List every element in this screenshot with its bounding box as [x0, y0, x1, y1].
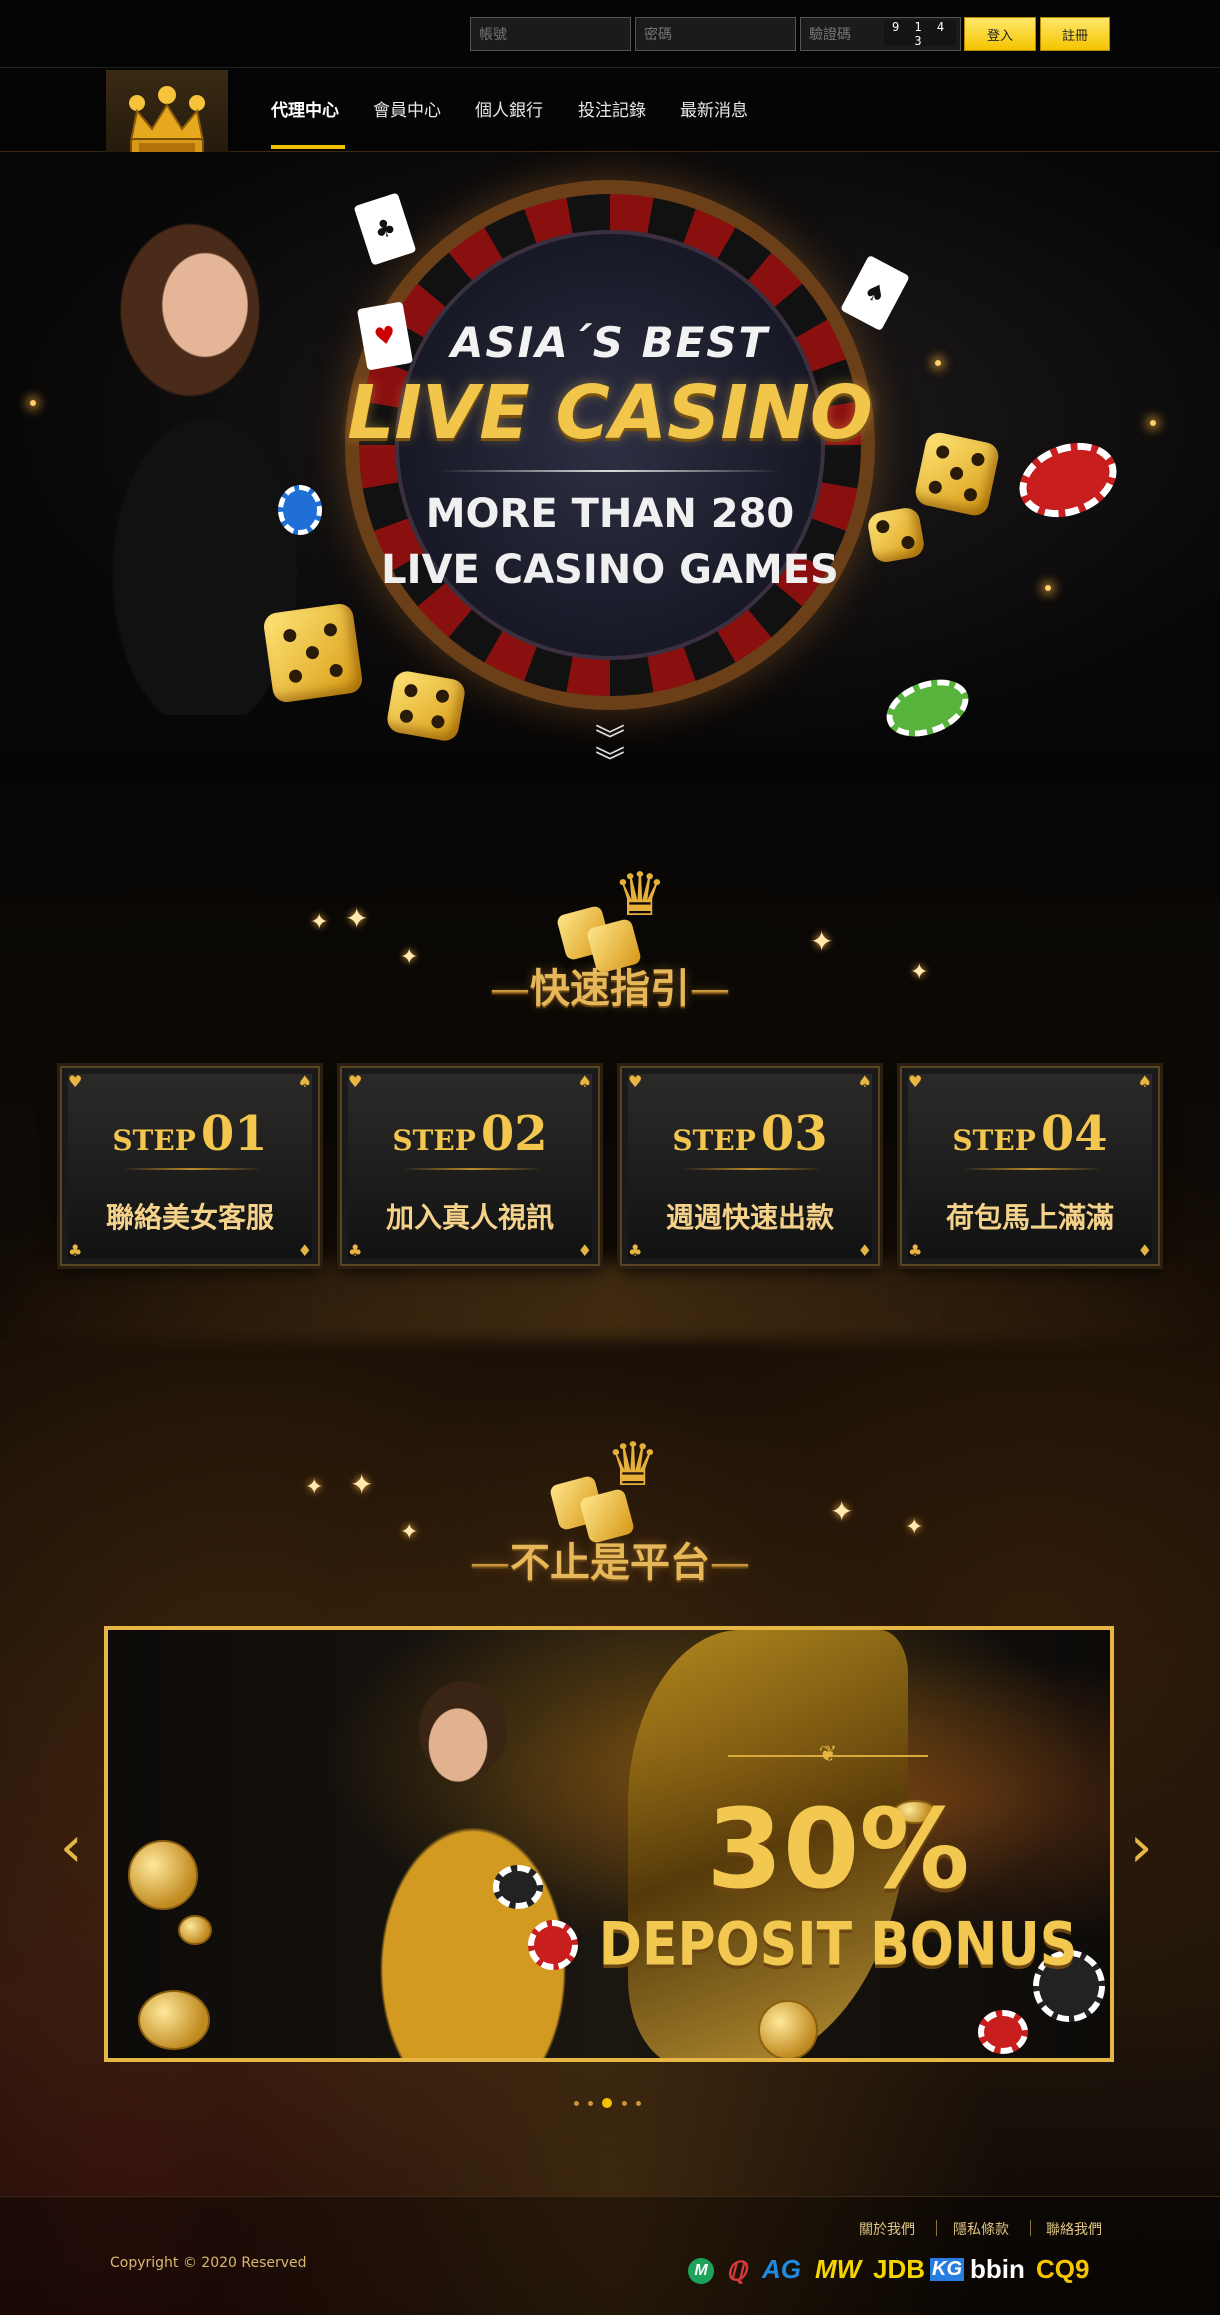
blue-chip-icon	[278, 485, 322, 535]
ornament-flourish-icon: ❦	[818, 1742, 838, 1767]
dice-icon	[385, 669, 467, 743]
footer-link-contact[interactable]: 聯絡我們	[1046, 2219, 1102, 2239]
nav-item-latest-news[interactable]: 最新消息	[680, 96, 748, 121]
step-number: 01	[200, 1106, 268, 1162]
star-decoration: ✦	[350, 1468, 374, 1501]
password-input[interactable]	[635, 17, 796, 51]
carousel-dot[interactable]	[636, 2101, 641, 2106]
star-decoration: ✦	[830, 1495, 854, 1528]
step-card-3[interactable]: ♥ ♠ ♣ ♦ STEP 03 週週快速出款	[617, 1063, 883, 1269]
quick-guide-title-text: 快速指引	[530, 965, 690, 1012]
banner-model-image	[308, 1650, 628, 2058]
hero-subtitle-line2: LIVE CASINO GAMES	[381, 547, 839, 593]
microgaming-logo-icon: M	[688, 2258, 714, 2284]
top-bar: 9 1 4 3 登入 註冊	[0, 0, 1220, 68]
step-word: STEP	[112, 1124, 196, 1157]
star-decoration: ✦	[810, 925, 834, 958]
quick-guide-title: —快速指引—	[490, 965, 730, 1012]
nav-item-agent-center[interactable]: 代理中心	[271, 96, 339, 121]
step-number: 02	[480, 1106, 548, 1162]
hero-tagline: ASIA´S BEST	[450, 318, 770, 367]
footer-link-privacy[interactable]: 隱私條款	[953, 2219, 1009, 2239]
coin-icon	[758, 2000, 818, 2058]
dice-icon	[913, 430, 1001, 518]
copyright-text: Copyright © 2020 Reserved	[110, 2255, 307, 2271]
footer-link-about[interactable]: 關於我們	[859, 2219, 915, 2239]
red-chip-icon	[978, 2010, 1028, 2054]
step-text: 週週快速出款	[665, 1201, 834, 1234]
nav-item-personal-bank[interactable]: 個人銀行	[475, 96, 543, 121]
promo-banner[interactable]: ❦ 30% DEPOSIT BONUS	[104, 1626, 1114, 2062]
star-decoration: ✦	[310, 910, 329, 935]
provider-bbin: bbin	[970, 2254, 1025, 2284]
step-card-2[interactable]: ♥ ♠ ♣ ♦ STEP 02 加入真人視訊	[337, 1063, 603, 1269]
account-input[interactable]	[470, 17, 631, 51]
nav-active-indicator	[271, 145, 345, 149]
carousel-dot[interactable]	[588, 2101, 593, 2106]
hero-title: LIVE CASINO	[347, 370, 873, 456]
carousel-dot-active[interactable]	[602, 2098, 612, 2108]
carousel-dot[interactable]	[622, 2101, 627, 2106]
dice-icon	[866, 505, 926, 565]
step-text: 加入真人視訊	[385, 1201, 554, 1234]
provider-kg: KG	[930, 2258, 964, 2281]
scroll-down-icon[interactable]: ︾ ︾	[580, 726, 640, 790]
provider-ag: AG	[762, 2254, 801, 2284]
platform-title-text: 不止是平台	[510, 1539, 710, 1586]
register-button[interactable]: 註冊	[1040, 17, 1110, 51]
login-button[interactable]: 登入	[964, 17, 1036, 51]
step-card-4[interactable]: ♥ ♠ ♣ ♦ STEP 04 荷包馬上滿滿	[897, 1063, 1163, 1269]
captcha-image[interactable]: 9 1 4 3	[884, 20, 956, 48]
carousel-dot[interactable]	[574, 2101, 579, 2106]
hero-subtitle: MORE THAN 280 LIVE CASINO GAMES	[345, 486, 875, 598]
star-decoration: ✦	[345, 902, 369, 935]
step-card-1[interactable]: ♥ ♠ ♣ ♦ STEP 01 聯絡美女客服	[57, 1063, 323, 1269]
sparkle	[1045, 585, 1051, 591]
step-text: 聯絡美女客服	[105, 1201, 274, 1234]
platform-title: —不止是平台—	[470, 1539, 750, 1586]
step-word: STEP	[672, 1124, 756, 1157]
bonus-label: DEPOSIT BONUS	[598, 1910, 1078, 1980]
carousel-next-arrow-icon[interactable]: ›	[1130, 1820, 1152, 1876]
step-number: 04	[1040, 1106, 1108, 1162]
star-decoration: ✦	[910, 960, 929, 985]
bonus-percent: 30%	[706, 1785, 970, 1913]
black-chip-icon	[493, 1865, 543, 1909]
footer-separator	[936, 2220, 937, 2236]
nav-item-member-center[interactable]: 會員中心	[373, 96, 441, 121]
provider-cq9: CQ9	[1036, 2254, 1090, 2284]
step-text: 荷包馬上滿滿	[945, 1201, 1114, 1234]
sparkle	[1150, 420, 1156, 426]
carousel-prev-arrow-icon[interactable]: ‹	[60, 1820, 82, 1876]
carousel-dots	[572, 2098, 652, 2110]
step-word: STEP	[392, 1124, 476, 1157]
provider-mw: MW	[815, 2254, 862, 2284]
crown-dice-emblem: ♛	[548, 1435, 688, 1545]
skyline-glow	[0, 1260, 1220, 1340]
sparkle	[30, 400, 36, 406]
provider-jdb: JDB	[873, 2254, 926, 2284]
star-decoration: ✦	[305, 1475, 324, 1500]
hero-divider	[440, 470, 780, 472]
hero-subtitle-line1: MORE THAN 280	[425, 491, 795, 537]
dice-icon	[262, 602, 364, 704]
nav-item-bet-records[interactable]: 投注記錄	[578, 96, 646, 121]
step-word: STEP	[952, 1124, 1036, 1157]
coin-icon	[128, 1840, 198, 1910]
sparkle	[935, 360, 941, 366]
step-number: 03	[760, 1106, 828, 1162]
ob-logo-icon: ℚ	[726, 2256, 747, 2286]
coin-icon	[138, 1990, 210, 2050]
footer-separator	[1030, 2220, 1031, 2236]
coin-icon	[178, 1915, 212, 1945]
